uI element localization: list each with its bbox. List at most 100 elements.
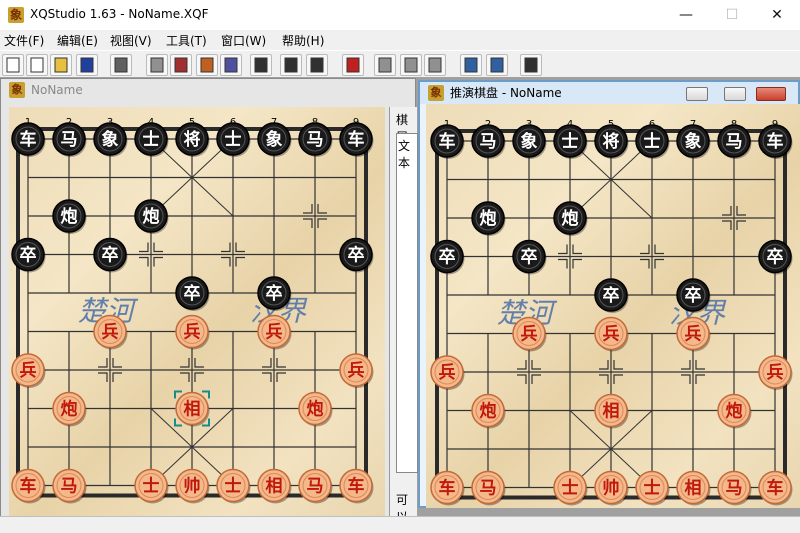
copy-board-button[interactable] <box>170 54 192 76</box>
black-piece[interactable]: 象 <box>676 124 711 159</box>
red-piece[interactable]: 车 <box>430 470 465 506</box>
red-piece[interactable]: 帅 <box>175 468 210 504</box>
red-piece[interactable]: 马 <box>298 468 333 504</box>
black-piece[interactable]: 炮 <box>471 201 506 236</box>
folder-open-button[interactable] <box>50 54 72 76</box>
flip-horizontal-button[interactable] <box>306 54 328 76</box>
close-button[interactable]: ✕ <box>754 0 800 30</box>
copy-button[interactable] <box>400 54 422 76</box>
red-piece[interactable]: 相 <box>257 468 292 504</box>
red-piece[interactable]: 兵 <box>175 314 210 350</box>
red-piece[interactable]: 兵 <box>676 316 711 352</box>
red-piece[interactable]: 兵 <box>758 355 793 390</box>
black-piece[interactable]: 炮 <box>134 199 169 234</box>
preview-button[interactable] <box>520 54 542 76</box>
child-minimize-button[interactable] <box>686 87 708 101</box>
menu-help[interactable]: 帮助(H) <box>282 32 324 49</box>
black-piece[interactable]: 象 <box>257 122 292 157</box>
menu-tools[interactable]: 工具(T) <box>166 32 207 49</box>
import-button[interactable] <box>486 54 508 76</box>
black-piece[interactable]: 车 <box>339 122 374 157</box>
red-piece[interactable]: 帅 <box>594 470 629 506</box>
red-piece[interactable]: 车 <box>339 468 374 504</box>
menu-file[interactable]: 文件(F) <box>4 32 44 49</box>
piece-label: 车 <box>348 129 365 150</box>
red-piece[interactable]: 兵 <box>339 353 374 388</box>
new-file-icon <box>6 57 20 73</box>
red-piece[interactable]: 马 <box>471 470 506 506</box>
black-piece[interactable]: 卒 <box>93 237 128 273</box>
chessboard-left[interactable]: 123456789楚河汉界车马象士将士象马车炮炮卒卒卒卒卒兵兵兵兵兵炮相炮车马士… <box>9 107 385 519</box>
position-marker <box>139 242 149 253</box>
red-piece[interactable]: 兵 <box>257 314 292 350</box>
menu-view[interactable]: 视图(V) <box>110 32 152 49</box>
child-restore-button[interactable] <box>724 87 746 101</box>
chessboard-right[interactable]: 123456789楚河汉界车马象士将士象马车炮炮卒卒卒卒卒兵兵兵兵兵炮相炮车马士… <box>426 104 800 508</box>
red-piece[interactable]: 士 <box>635 470 670 506</box>
red-piece[interactable]: 兵 <box>512 316 547 352</box>
menu-window[interactable]: 窗口(W) <box>221 32 266 49</box>
child-close-button[interactable] <box>756 87 786 101</box>
export-button[interactable] <box>460 54 482 76</box>
black-piece[interactable]: 士 <box>216 122 251 157</box>
black-piece[interactable]: 卒 <box>175 276 210 311</box>
black-piece[interactable]: 马 <box>717 124 752 159</box>
print-button[interactable] <box>110 54 132 76</box>
open-button[interactable] <box>26 54 48 76</box>
swap-button[interactable] <box>250 54 272 76</box>
red-piece[interactable]: 士 <box>553 470 588 506</box>
new-file-button[interactable] <box>2 54 24 76</box>
piece-label: 将 <box>184 129 201 150</box>
piece-label: 卒 <box>184 283 201 304</box>
black-piece[interactable]: 将 <box>175 122 210 157</box>
black-piece[interactable]: 卒 <box>594 278 629 313</box>
cut-button[interactable] <box>374 54 396 76</box>
side-panel-tab[interactable]: 文本 <box>398 137 417 171</box>
red-piece[interactable]: 炮 <box>717 393 752 429</box>
black-piece[interactable]: 士 <box>134 122 169 157</box>
black-piece[interactable]: 炮 <box>553 201 588 236</box>
red-piece[interactable]: 相 <box>676 470 711 506</box>
save-button[interactable] <box>76 54 98 76</box>
red-piece[interactable]: 车 <box>758 470 793 506</box>
right-window-title: 推演棋盘 - NoName <box>450 86 562 100</box>
menu-edit[interactable]: 编辑(E) <box>57 32 98 49</box>
maximize-button[interactable]: ☐ <box>709 0 755 30</box>
black-piece[interactable]: 卒 <box>339 237 374 273</box>
flip-vertical-button[interactable] <box>280 54 302 76</box>
black-piece[interactable]: 士 <box>553 124 588 159</box>
red-piece[interactable]: 士 <box>216 468 251 504</box>
board-button[interactable] <box>146 54 168 76</box>
step-button[interactable] <box>342 54 364 76</box>
red-piece[interactable]: 马 <box>717 470 752 506</box>
piece-label: 象 <box>685 131 702 152</box>
setup-button[interactable] <box>220 54 242 76</box>
comment-textbox[interactable] <box>396 133 418 473</box>
black-piece[interactable]: 马 <box>298 122 333 157</box>
minimize-button[interactable]: — <box>663 0 709 30</box>
black-piece[interactable]: 车 <box>758 124 793 159</box>
black-piece[interactable]: 马 <box>52 122 87 157</box>
red-piece[interactable]: 马 <box>52 468 87 504</box>
black-piece[interactable]: 炮 <box>52 199 87 234</box>
paste-button[interactable] <box>424 54 446 76</box>
black-piece[interactable]: 卒 <box>512 239 547 275</box>
position-marker <box>139 256 149 267</box>
black-piece[interactable]: 士 <box>635 124 670 159</box>
red-piece[interactable]: 兵 <box>594 316 629 352</box>
red-piece[interactable]: 车 <box>11 468 46 504</box>
black-piece[interactable]: 象 <box>512 124 547 159</box>
red-piece[interactable]: 炮 <box>52 391 87 427</box>
black-piece[interactable]: 卒 <box>758 239 793 275</box>
black-piece[interactable]: 将 <box>594 124 629 159</box>
red-piece[interactable]: 相 <box>175 391 210 427</box>
paste-board-button[interactable] <box>196 54 218 76</box>
black-piece[interactable]: 马 <box>471 124 506 159</box>
red-piece[interactable]: 相 <box>594 393 629 429</box>
red-piece[interactable]: 炮 <box>298 391 333 427</box>
red-piece[interactable]: 兵 <box>93 314 128 350</box>
red-piece[interactable]: 士 <box>134 468 169 504</box>
piece-label: 兵 <box>184 322 201 343</box>
red-piece[interactable]: 炮 <box>471 393 506 429</box>
black-piece[interactable]: 象 <box>93 122 128 157</box>
